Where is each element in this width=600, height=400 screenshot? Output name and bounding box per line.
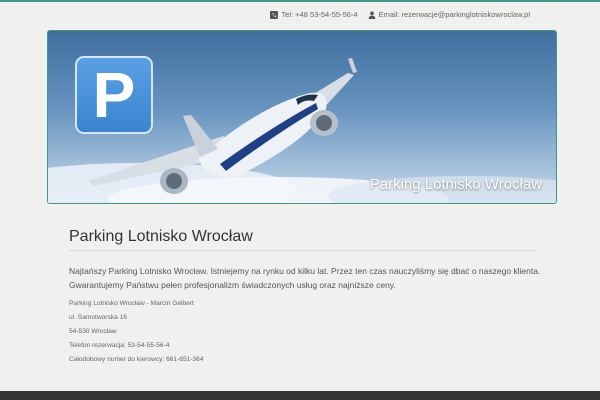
phone-icon xyxy=(270,10,279,19)
footer-bar xyxy=(0,391,600,400)
address-reservation-phone: Telefon rezerwacja: 53-54-55-56-4 xyxy=(69,342,170,349)
hero-caption: Parking Lotnisko Wrocław xyxy=(369,176,542,193)
phone-contact[interactable]: Tel: +48 53-54-55-56-4 xyxy=(270,10,358,19)
intro-paragraph: Najtańszy Parking Lotnisko Wrocław. Istn… xyxy=(69,264,549,292)
intro-line-2: Gwarantujemy Państwu pełen profesjonaliz… xyxy=(69,280,396,290)
address-company: Parking Lotnisko Wrocław - Marcin Gelber… xyxy=(69,300,194,307)
address-city: 54-530 Wrocław xyxy=(69,328,117,335)
parking-logo-badge: P xyxy=(75,56,153,134)
address-block: Parking Lotnisko Wrocław - Marcin Gelber… xyxy=(69,297,204,367)
title-divider xyxy=(69,250,536,251)
phone-text: Tel: +48 53-54-55-56-4 xyxy=(281,10,358,19)
contact-bar: Tel: +48 53-54-55-56-4 Email: rezerwacje… xyxy=(270,10,530,19)
user-icon xyxy=(368,11,375,19)
address-street: ul. Samotworska 16 xyxy=(69,314,127,321)
email-contact[interactable]: Email: rezerwacje@parkinglotniskowroclaw… xyxy=(368,10,530,19)
hero-banner: P Parking Lotnisko Wrocław xyxy=(47,30,557,204)
email-text: Email: rezerwacje@parkinglotniskowroclaw… xyxy=(378,10,530,19)
page-title: Parking Lotnisko Wrocław xyxy=(69,228,253,245)
intro-line-1: Najtańszy Parking Lotnisko Wrocław. Istn… xyxy=(69,266,541,276)
top-accent-bar xyxy=(0,0,600,2)
address-driver-phone: Całodobowy numer do kierowcy: 661-651-36… xyxy=(69,356,204,363)
